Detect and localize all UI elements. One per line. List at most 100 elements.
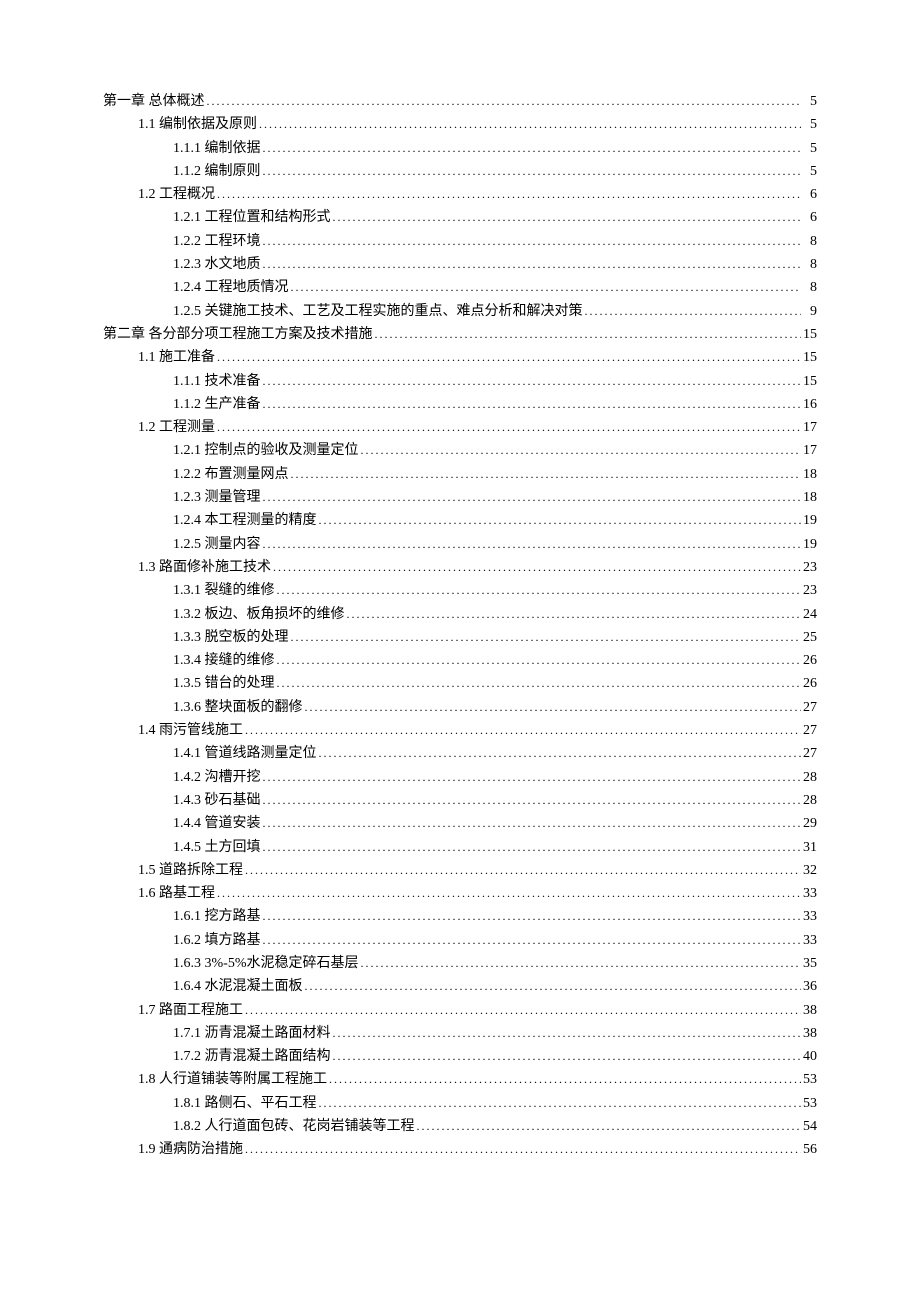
- toc-entry[interactable]: 1.3.2 板边、板角损坏的维修24: [173, 603, 817, 626]
- toc-title: 1.2.5 关键施工技术、工艺及工程实施的重点、难点分析和解决对策: [173, 300, 583, 323]
- toc-leader-dots: [263, 137, 802, 160]
- toc-leader-dots: [417, 1115, 802, 1138]
- toc-entry[interactable]: 1.1.2 生产准备16: [173, 393, 817, 416]
- toc-entry[interactable]: 1.4.3 砂石基础28: [173, 789, 817, 812]
- toc-title: 1.2.1 控制点的验收及测量定位: [173, 439, 359, 462]
- toc-leader-dots: [263, 836, 802, 859]
- toc-entry[interactable]: 1.6 路基工程33: [138, 882, 817, 905]
- toc-page-number: 5: [803, 113, 817, 136]
- toc-entry[interactable]: 1.1.2 编制原则5: [173, 160, 817, 183]
- toc-entry[interactable]: 1.2.4 工程地质情况8: [173, 276, 817, 299]
- toc-title: 1.2.5 测量内容: [173, 533, 261, 556]
- toc-entry[interactable]: 1.2.4 本工程测量的精度19: [173, 509, 817, 532]
- toc-entry[interactable]: 1.8 人行道铺装等附属工程施工53: [138, 1068, 817, 1091]
- toc-entry[interactable]: 1.7.2 沥青混凝土路面结构40: [173, 1045, 817, 1068]
- toc-leader-dots: [263, 905, 802, 928]
- toc-page-number: 19: [803, 509, 817, 532]
- toc-entry[interactable]: 1.4.2 沟槽开挖28: [173, 766, 817, 789]
- toc-leader-dots: [263, 533, 802, 556]
- toc-title: 1.8.2 人行道面包砖、花岗岩铺装等工程: [173, 1115, 415, 1138]
- toc-page-number: 38: [803, 999, 817, 1022]
- toc-leader-dots: [263, 253, 802, 276]
- toc-leader-dots: [305, 696, 802, 719]
- toc-entry[interactable]: 第一章 总体概述5: [103, 90, 817, 113]
- toc-entry[interactable]: 1.7 路面工程施工 38: [138, 999, 817, 1022]
- toc-entry[interactable]: 1.2 工程测量17: [138, 416, 817, 439]
- toc-title: 1.6.4 水泥混凝土面板: [173, 975, 303, 998]
- toc-page-number: 32: [803, 859, 817, 882]
- toc-entry[interactable]: 1.6.2 填方路基33: [173, 929, 817, 952]
- toc-title: 1.2 工程测量: [138, 416, 215, 439]
- toc-entry[interactable]: 1.3.6 整块面板的翻修27: [173, 696, 817, 719]
- toc-title: 1.3.4 接缝的维修: [173, 649, 275, 672]
- toc-entry[interactable]: 1.1.1 技术准备15: [173, 370, 817, 393]
- toc-title: 1.4.1 管道线路测量定位: [173, 742, 317, 765]
- toc-page-number: 29: [803, 812, 817, 835]
- toc-title: 1.1.1 技术准备: [173, 370, 261, 393]
- toc-entry[interactable]: 1.2.5 测量内容19: [173, 533, 817, 556]
- toc-page-number: 35: [803, 952, 817, 975]
- toc-entry[interactable]: 1.8.1 路侧石、平石工程53: [173, 1092, 817, 1115]
- toc-leader-dots: [329, 1068, 801, 1091]
- toc-title: 1.1.2 生产准备: [173, 393, 261, 416]
- toc-title: 1.5 道路拆除工程: [138, 859, 243, 882]
- toc-leader-dots: [291, 463, 802, 486]
- toc-page-number: 40: [803, 1045, 817, 1068]
- toc-leader-dots: [273, 556, 801, 579]
- toc-entry[interactable]: 1.8.2 人行道面包砖、花岗岩铺装等工程54: [173, 1115, 817, 1138]
- toc-entry[interactable]: 1.5 道路拆除工程 32: [138, 859, 817, 882]
- toc-entry[interactable]: 1.2.1 工程位置和结构形式6: [173, 206, 817, 229]
- toc-entry[interactable]: 1.4.5 土方回填31: [173, 836, 817, 859]
- toc-entry[interactable]: 第二章 各分部分项工程施工方案及技术措施 15: [103, 323, 817, 346]
- toc-page-number: 5: [803, 90, 817, 113]
- toc-page-number: 5: [803, 137, 817, 160]
- toc-entry[interactable]: 1.3 路面修补施工技术23: [138, 556, 817, 579]
- toc-title: 1.3.6 整块面板的翻修: [173, 696, 303, 719]
- toc-entry[interactable]: 1.6.3 3%-5%水泥稳定碎石基层35: [173, 952, 817, 975]
- toc-entry[interactable]: 1.1.1 编制依据5: [173, 137, 817, 160]
- toc-page-number: 15: [803, 323, 817, 346]
- toc-title: 1.6.1 挖方路基: [173, 905, 261, 928]
- toc-page-number: 33: [803, 882, 817, 905]
- toc-entry[interactable]: 1.2.5 关键施工技术、工艺及工程实施的重点、难点分析和解决对策9: [173, 300, 817, 323]
- toc-entry[interactable]: 1.2.1 控制点的验收及测量定位17: [173, 439, 817, 462]
- toc-entry[interactable]: 1.1 施工准备15: [138, 346, 817, 369]
- toc-title: 1.7 路面工程施工: [138, 999, 243, 1022]
- toc-page-number: 24: [803, 603, 817, 626]
- toc-page-number: 56: [803, 1138, 817, 1161]
- toc-entry[interactable]: 1.4.1 管道线路测量定位27: [173, 742, 817, 765]
- toc-title: 1.8.1 路侧石、平石工程: [173, 1092, 317, 1115]
- toc-entry[interactable]: 1.6.4 水泥混凝土面板36: [173, 975, 817, 998]
- toc-entry[interactable]: 1.3.1 裂缝的维修 23: [173, 579, 817, 602]
- toc-entry[interactable]: 1.7.1 沥青混凝土路面材料38: [173, 1022, 817, 1045]
- toc-page-number: 23: [803, 556, 817, 579]
- toc-leader-dots: [245, 719, 801, 742]
- toc-entry[interactable]: 1.2.3 水文地质8: [173, 253, 817, 276]
- toc-title: 1.6.2 填方路基: [173, 929, 261, 952]
- toc-title: 第二章 各分部分项工程施工方案及技术措施: [103, 323, 373, 346]
- toc-title: 1.1 编制依据及原则: [138, 113, 257, 136]
- toc-leader-dots: [263, 812, 802, 835]
- toc-entry[interactable]: 1.3.3 脱空板的处理25: [173, 626, 817, 649]
- toc-entry[interactable]: 1.3.4 接缝的维修26: [173, 649, 817, 672]
- toc-entry[interactable]: 1.2.2 工程环境8: [173, 230, 817, 253]
- toc-leader-dots: [319, 1092, 802, 1115]
- toc-entry[interactable]: 1.1 编制依据及原则 5: [138, 113, 817, 136]
- toc-page-number: 28: [803, 766, 817, 789]
- toc-entry[interactable]: 1.2 工程概况6: [138, 183, 817, 206]
- toc-page-number: 5: [803, 160, 817, 183]
- toc-entry[interactable]: 1.2.2 布置测量网点18: [173, 463, 817, 486]
- toc-title: 1.4 雨污管线施工: [138, 719, 243, 742]
- toc-leader-dots: [263, 393, 802, 416]
- toc-leader-dots: [263, 789, 802, 812]
- toc-page-number: 23: [803, 579, 817, 602]
- toc-entry[interactable]: 1.9 通病防治措施56: [138, 1138, 817, 1161]
- toc-title: 1.3.1 裂缝的维修: [173, 579, 275, 602]
- toc-entry[interactable]: 1.3.5 错台的处理26: [173, 672, 817, 695]
- toc-leader-dots: [245, 1138, 801, 1161]
- toc-entry[interactable]: 1.6.1 挖方路基33: [173, 905, 817, 928]
- toc-entry[interactable]: 1.2.3 测量管理18: [173, 486, 817, 509]
- toc-entry[interactable]: 1.4 雨污管线施工27: [138, 719, 817, 742]
- toc-entry[interactable]: 1.4.4 管道安装29: [173, 812, 817, 835]
- toc-title: 1.2.4 工程地质情况: [173, 276, 289, 299]
